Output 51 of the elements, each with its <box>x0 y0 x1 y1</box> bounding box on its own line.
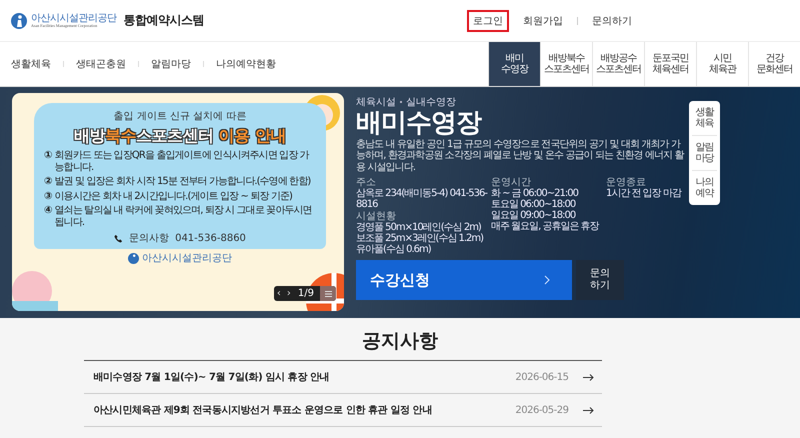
facility-name: 배미수영장 <box>356 109 482 139</box>
poster-logo-name: 아산시시설관리공단 <box>142 252 232 265</box>
site-title: 통합예약시스템 <box>124 12 204 29</box>
nav-item[interactable]: 생활체육 <box>11 57 63 71</box>
quick-menu-item[interactable]: 알림 마당 <box>692 135 717 170</box>
info-label: 시설현황 <box>356 211 396 222</box>
header-link[interactable]: 문의하기 <box>586 10 638 32</box>
section-title: 공지사항 <box>362 329 438 354</box>
next-button[interactable]: › <box>284 287 294 300</box>
info-label: 운영시간 <box>491 177 532 188</box>
poster-item-text: 회원카드 또는 입장QR을 출입게이트에 인식시켜주시면 입장 가능합니다. <box>54 150 310 173</box>
poster-subtitle: 출입 게이트 신규 설치에 따른 <box>112 110 248 123</box>
info-label: 주소 <box>356 177 377 188</box>
info-text: 경영풀 50m×10레인(수심 2m) <box>356 222 481 234</box>
header-link[interactable]: 회원가입 <box>517 10 569 32</box>
slide-counter: 1/9 <box>296 288 315 299</box>
inquiry-button[interactable]: 문의 하기 <box>576 260 624 300</box>
poster-title: 배방북수스포츠센터 이용 안내 <box>73 126 287 147</box>
poster-item-text: 발권 및 입장은 회차 시작 15분 전부터 가능합니다.(수영에 한함) <box>54 176 310 188</box>
info-text: 1시간 전 입장 마감 <box>606 188 682 200</box>
contact-phone: 041-536-8860 <box>175 232 246 244</box>
info-text: 보조풀 25m×3레인(수심 1.2m) <box>356 233 484 244</box>
quick-menu-item[interactable]: 나의 예약 <box>692 170 717 205</box>
nav-item[interactable]: 나의예약현황 <box>204 57 288 71</box>
poster-item-text: 이용시간은 회차 내 2시간입니다.(게이트 입장 ~ 퇴장 기준) <box>54 190 292 202</box>
quick-menu-item[interactable]: 생활 체육 <box>692 101 717 135</box>
item-number: ③ <box>44 190 52 202</box>
notice-row[interactable]: 배미수영장 7월 1일(수)~ 7월 7일(화) 임시 휴장 안내 2026-06-15 <box>84 361 602 394</box>
breadcrumb-item: 실내수영장 <box>406 96 456 109</box>
info-text: 매주 월요일, 공휴일은 휴장 <box>491 221 600 232</box>
logo-name: 아산시시설관리공단 <box>31 14 116 24</box>
item-number: ① <box>44 150 52 163</box>
poster-item-text: 열쇠는 탈의실 내 락커에 꽂혀있으며, 퇴장 시 그대로 꽂아두시면 됩니다. <box>54 205 313 228</box>
facility-tab[interactable]: 배미 수영장 <box>488 42 540 86</box>
info-label: 운영종료 <box>606 177 647 188</box>
item-number: ② <box>44 176 52 188</box>
header-link[interactable]: 로그인 <box>467 10 509 32</box>
apply-button[interactable]: 수강신청 <box>356 260 572 300</box>
contact-label: 문의사항 <box>129 232 170 245</box>
item-number: ④ <box>44 205 52 218</box>
info-text: 토요일 06:00~18:00 <box>491 199 576 210</box>
info-text: 화 ~ 금 06:00~21:00 <box>491 188 580 200</box>
breadcrumb-item: 체육시설 <box>356 96 396 109</box>
notice-row[interactable]: 아산시민체육관 제9회 전국동시지방선거 투표소 운영으로 인한 휴관 일정 안내 2026-05-29 <box>84 394 602 427</box>
info-text: 삼옥로 234(배미동5-4) 041-536-8816 <box>356 188 488 210</box>
info-text: 일요일 09:00~18:00 <box>491 210 576 222</box>
previous-button[interactable]: ‹ <box>274 287 284 300</box>
info-text: 유아풀(수심 0.6m) <box>356 244 431 256</box>
nav-item[interactable]: 알림마당 <box>139 57 203 71</box>
nav-item[interactable]: 생태곤충원 <box>64 57 138 71</box>
facility-description: 충남도 내 유일한 공인 1급 규모의 수영장으로 전국단위의 공기 및 대회 개최가 가능하며, 환경과학공원 소각장의 폐열로 난방 및 온수 공급이 되는 친환경 에너지 활용 시설입니다. <box>356 138 686 174</box>
